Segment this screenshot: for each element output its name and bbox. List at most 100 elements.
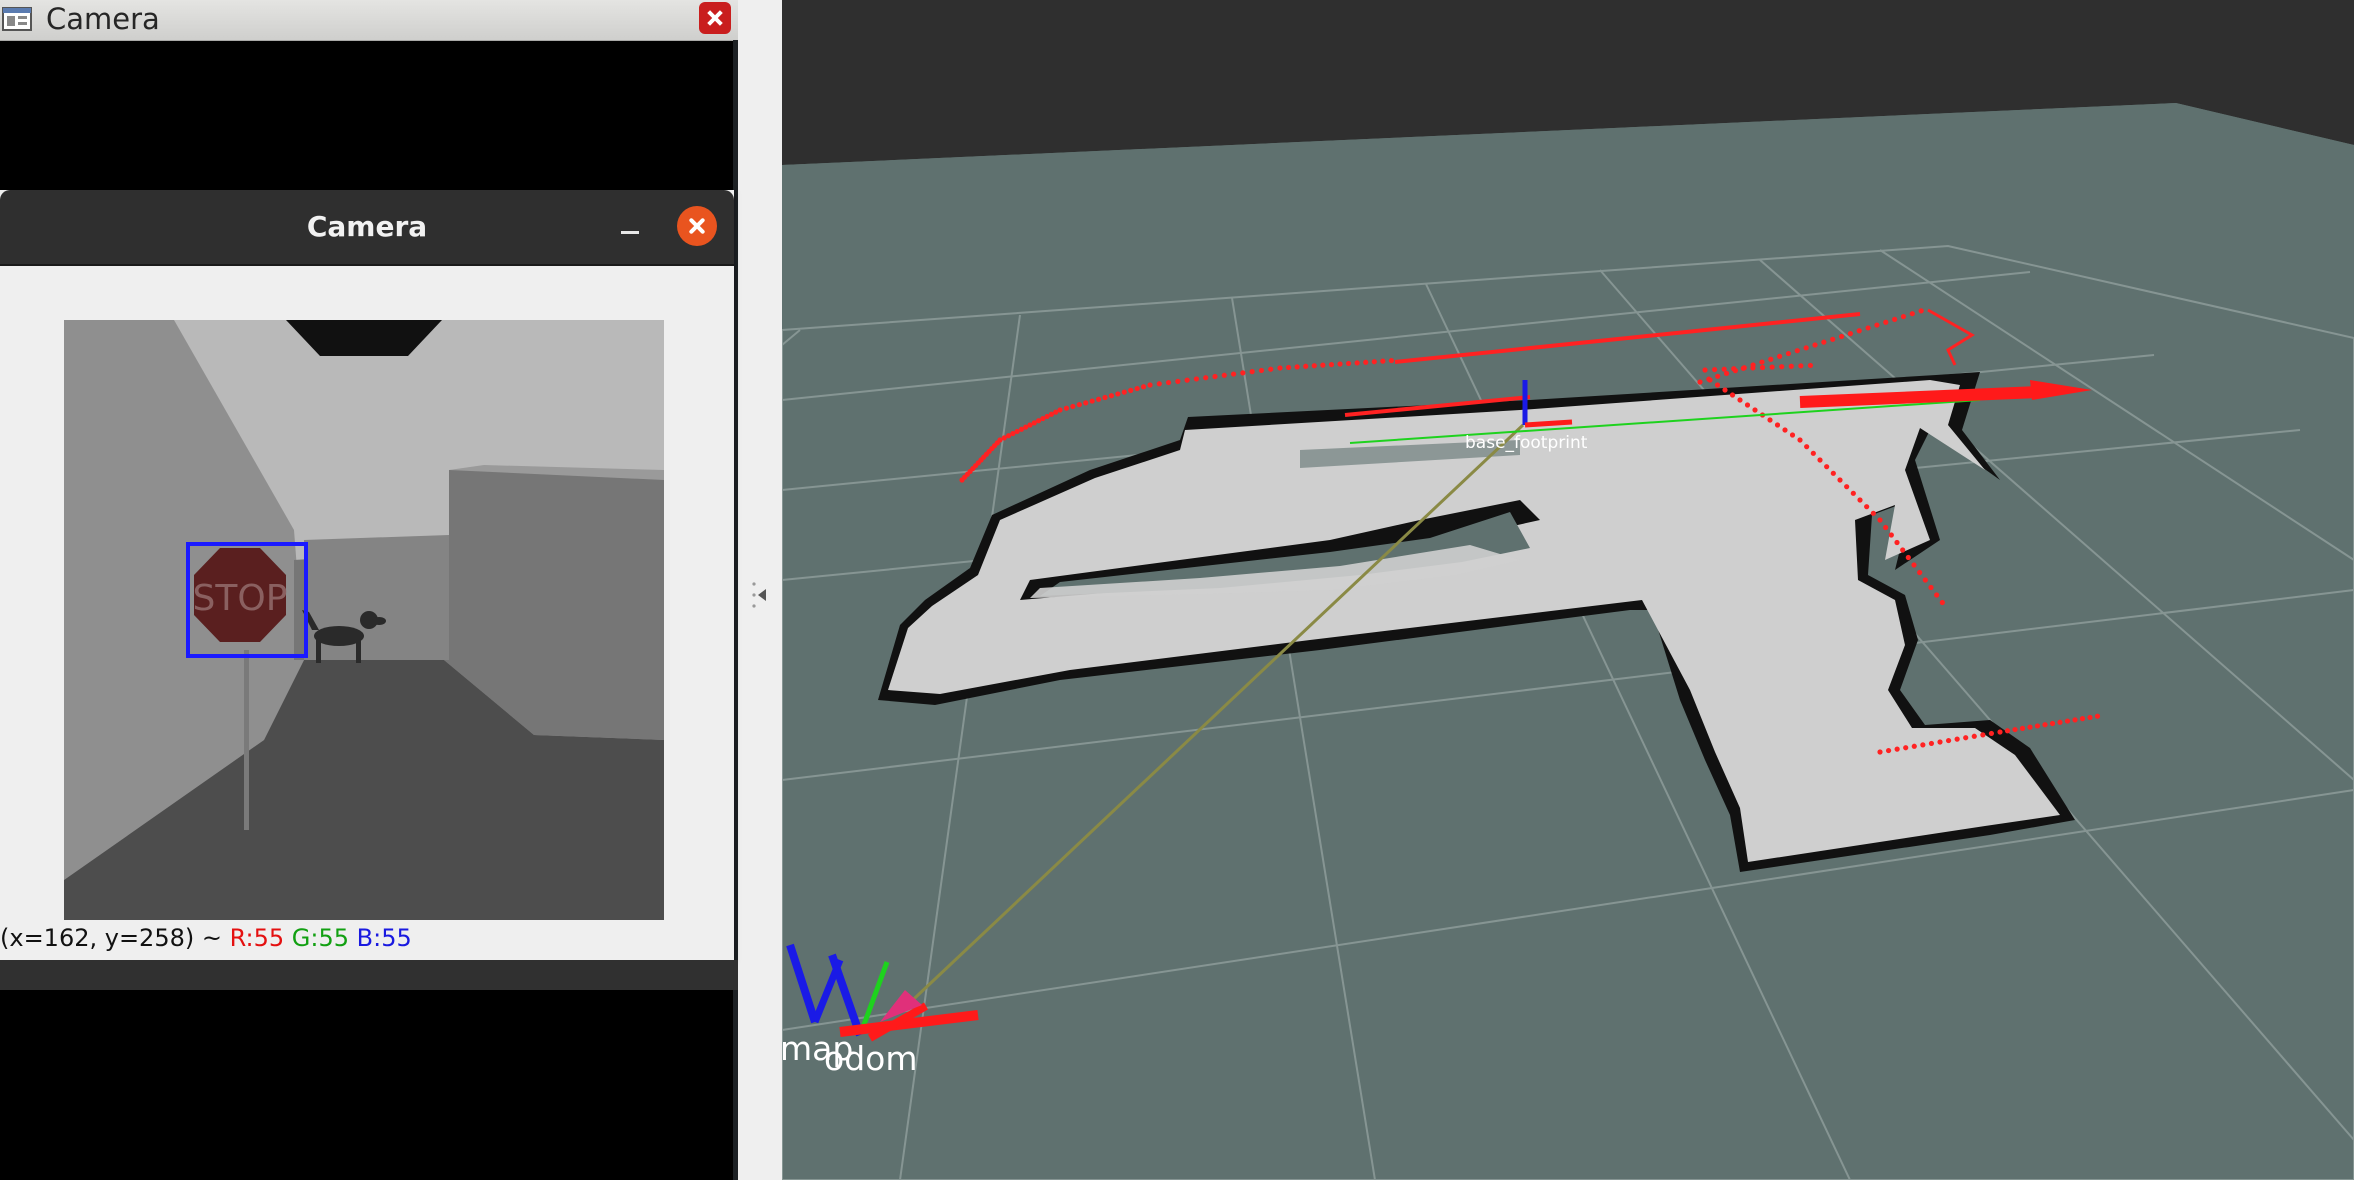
laser-point <box>1934 592 1940 598</box>
laser-point <box>2042 722 2048 728</box>
laser-point <box>1883 524 1889 531</box>
laser-point <box>1937 739 1943 745</box>
laser-point <box>1767 417 1773 423</box>
camera-window-front[interactable]: Camera STOP (x=162, y=258) ~ R:55 G:55 B… <box>0 190 734 960</box>
laser-point <box>1768 356 1774 362</box>
laser-point <box>1221 372 1227 378</box>
laser-point <box>1277 365 1283 371</box>
laser-point <box>1729 392 1736 398</box>
collapse-left-icon[interactable] <box>750 578 770 612</box>
laser-point <box>1134 385 1140 392</box>
laser-point <box>1856 328 1862 334</box>
laser-point <box>1892 316 1898 322</box>
laser-point <box>1900 313 1907 320</box>
laser-point <box>1864 504 1870 510</box>
laser-point <box>1737 397 1743 403</box>
laser-point <box>1911 743 1917 749</box>
laser-point <box>1165 379 1172 386</box>
laser-point <box>1920 742 1926 748</box>
laser-point <box>1779 364 1785 370</box>
laser-point <box>1988 730 1995 737</box>
laser-point <box>1203 375 1209 381</box>
laser-point <box>1909 311 1915 317</box>
laser-point <box>1089 398 1095 404</box>
laser-point <box>1963 735 1969 741</box>
laser-point <box>1794 348 1800 354</box>
window-title: Camera <box>46 2 160 36</box>
laser-point <box>1905 554 1911 561</box>
stop-sign-text: STOP <box>193 578 288 619</box>
laser-point <box>1971 733 1977 739</box>
laser-point <box>1870 510 1876 516</box>
laser-point <box>1928 584 1934 591</box>
laser-point <box>1750 365 1756 371</box>
pixel-readout: (x=162, y=258) ~ R:55 G:55 B:55 <box>0 924 412 952</box>
laser-point <box>1877 517 1883 523</box>
laser-point <box>1230 371 1237 377</box>
laser-point <box>1894 539 1900 546</box>
laser-point <box>1193 376 1200 382</box>
laser-point <box>1714 382 1721 388</box>
laser-point <box>1980 732 1986 738</box>
laser-point <box>1076 402 1082 408</box>
laser-point <box>1240 370 1246 376</box>
window-bottom-edge <box>0 960 738 990</box>
laser-point <box>1865 325 1871 331</box>
laser-point <box>2027 724 2033 730</box>
laser-point <box>1337 361 1343 367</box>
laser-point <box>1885 747 1892 754</box>
3d-viewport[interactable]: base_footprint map odom <box>782 0 2354 1180</box>
laser-point <box>1883 319 1889 325</box>
laser-point <box>1731 366 1737 372</box>
laser-point <box>1830 336 1836 342</box>
laser-point <box>1258 367 1265 374</box>
minimize-icon[interactable] <box>612 210 648 246</box>
pixel-green-value: G:55 <box>291 924 350 952</box>
laser-point <box>1294 364 1300 370</box>
laser-point <box>1847 331 1853 337</box>
laser-point <box>2034 723 2041 729</box>
laser-point <box>1821 339 1827 345</box>
laser-point <box>1057 407 1063 413</box>
laser-point <box>1722 387 1728 393</box>
laser-point <box>1788 363 1794 369</box>
laser-point <box>1903 745 1909 751</box>
laser-point <box>1345 360 1352 367</box>
laser-point <box>1759 364 1766 371</box>
camera-image[interactable]: STOP <box>64 320 664 920</box>
close-icon[interactable] <box>699 2 731 34</box>
title-bar[interactable]: Camera <box>0 190 734 266</box>
laser-point <box>1371 359 1377 365</box>
laser-point <box>1128 387 1134 393</box>
laser-point <box>1268 366 1274 372</box>
laser-point <box>1759 359 1765 365</box>
panel-splitter[interactable] <box>738 0 782 1180</box>
laser-point <box>1108 393 1115 399</box>
title-bar[interactable]: Camera <box>0 0 738 41</box>
laser-point <box>1744 402 1751 408</box>
laser-point <box>1844 484 1850 490</box>
window-app-icon <box>2 7 32 31</box>
laser-point <box>1812 342 1818 348</box>
laser-point <box>1354 360 1360 366</box>
laser-point <box>1095 396 1102 402</box>
laser-point <box>1824 464 1830 470</box>
frame-label-odom: odom <box>824 1039 917 1078</box>
laser-point <box>1922 577 1928 583</box>
close-icon[interactable] <box>677 206 717 246</box>
laser-point <box>1740 365 1746 371</box>
laser-point <box>1789 432 1796 438</box>
laser-point <box>2004 728 2011 734</box>
laser-point <box>2079 716 2086 722</box>
laser-point <box>1328 361 1335 368</box>
laser-point <box>1711 366 1718 373</box>
laser-point <box>1837 477 1843 483</box>
laser-point <box>1798 363 1804 369</box>
laser-point <box>2049 720 2056 727</box>
laser-point <box>1303 363 1309 369</box>
laser-point <box>1777 353 1783 359</box>
laser-point <box>1311 363 1317 369</box>
laser-point <box>1769 364 1775 370</box>
laser-point <box>1380 358 1386 364</box>
laser-point <box>1874 322 1880 328</box>
